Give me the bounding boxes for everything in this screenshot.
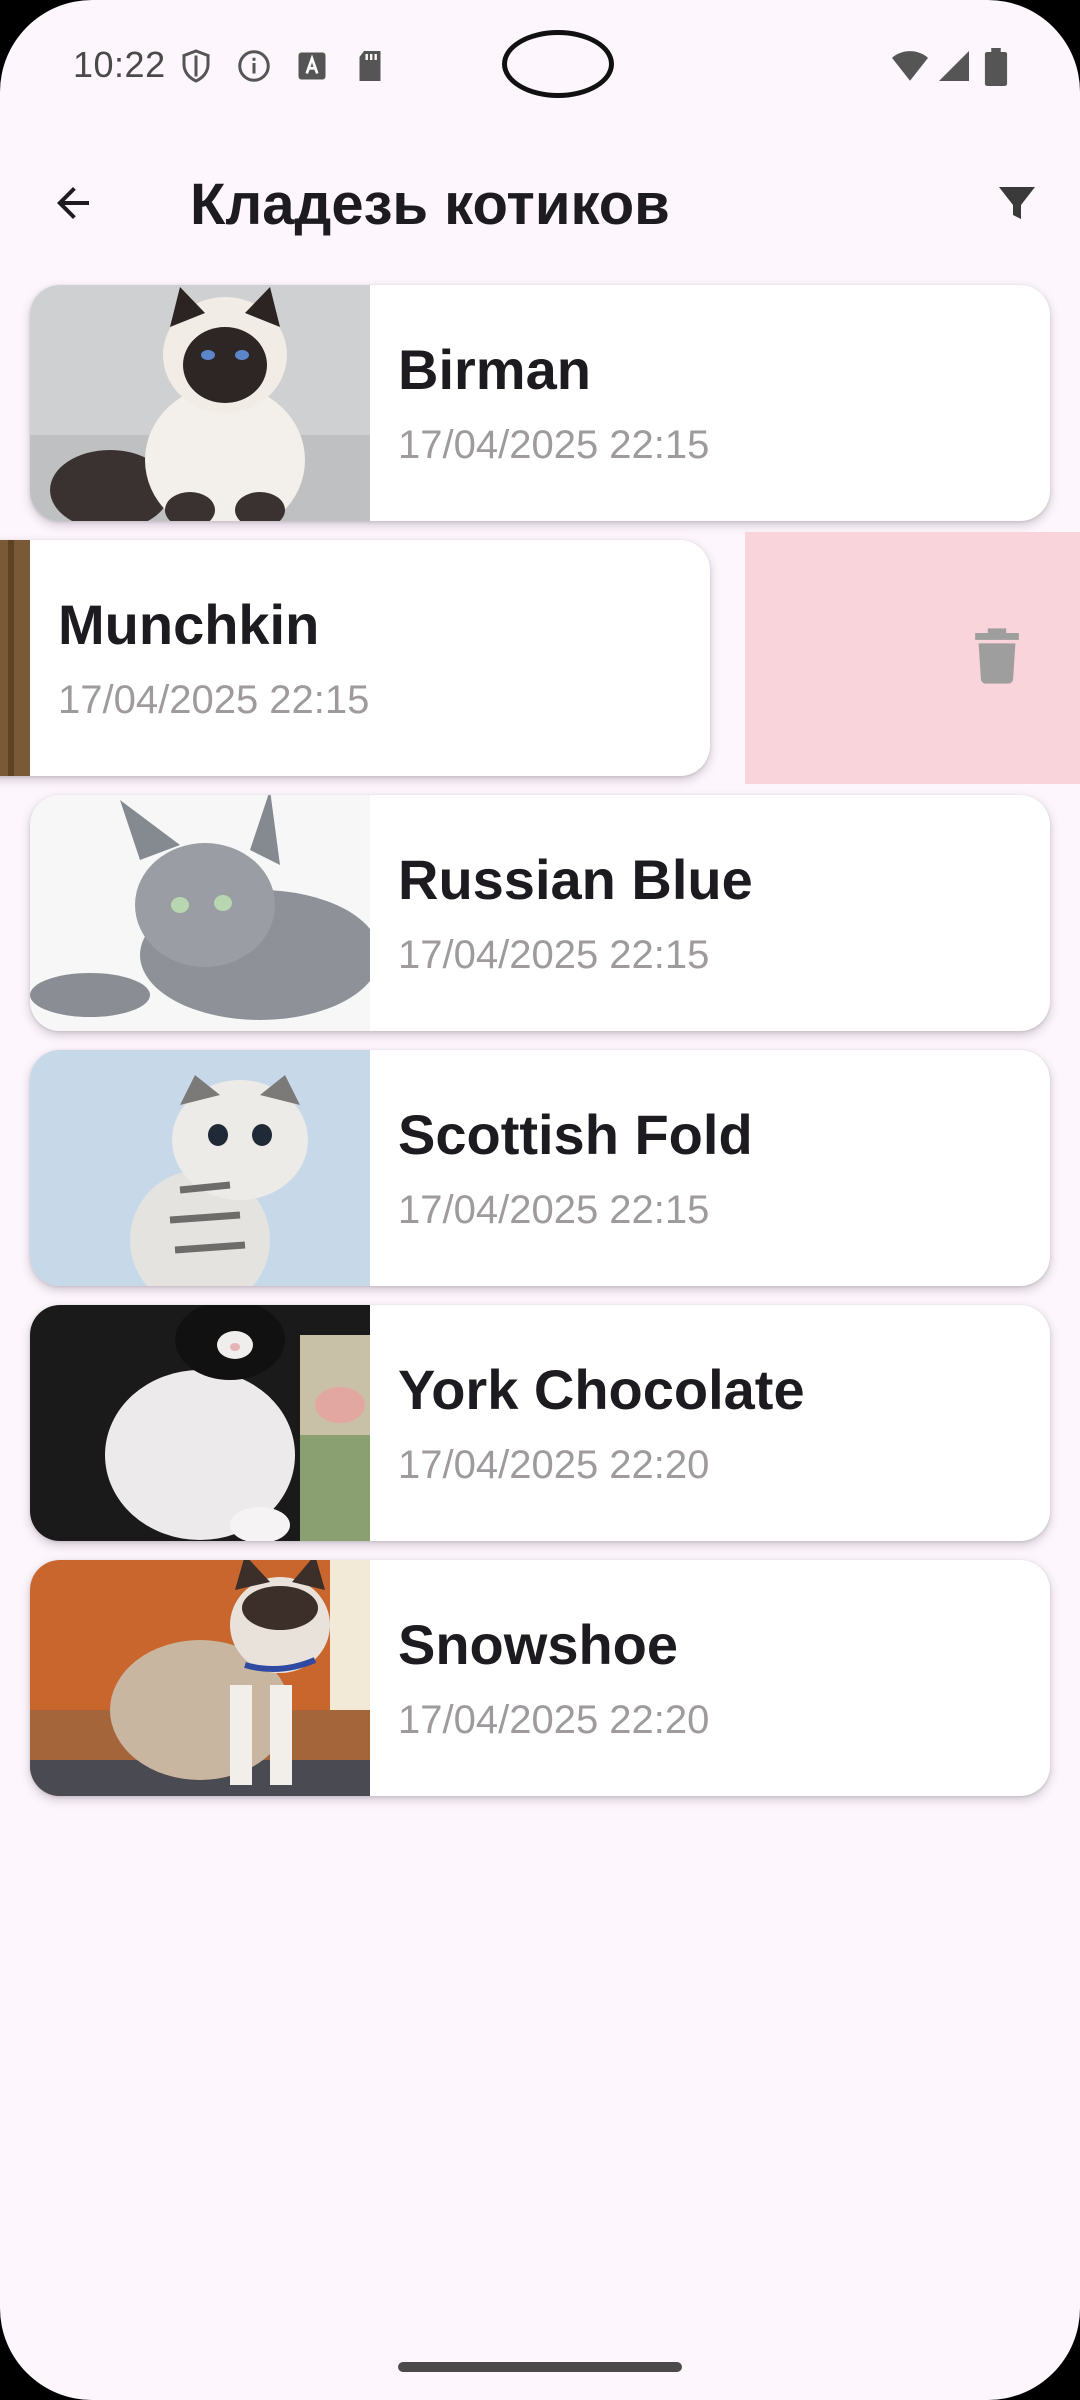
- cat-date: 17/04/2025 22:15: [398, 933, 710, 977]
- gesture-navigation-bar[interactable]: [398, 2362, 682, 2372]
- info-icon: [236, 48, 272, 84]
- filter-button[interactable]: [984, 172, 1050, 238]
- list-item: Birman 17/04/2025 22:15: [0, 285, 1080, 525]
- cat-name: Scottish Fold: [398, 1103, 753, 1166]
- filter-icon: [993, 179, 1041, 232]
- phone-frame: 10:22 Кладезь котиков Birman 17/04/2025 …: [0, 0, 1080, 2400]
- list-item: Russian Blue 17/04/2025 22:15: [0, 795, 1080, 1035]
- cat-photo: [0, 540, 30, 776]
- trash-icon: [974, 627, 1020, 689]
- cat-name: Russian Blue: [398, 848, 753, 911]
- cat-date: 17/04/2025 22:20: [398, 1443, 710, 1487]
- cat-card[interactable]: Birman 17/04/2025 22:15: [30, 285, 1050, 521]
- sd-card-icon: [352, 48, 388, 84]
- shield-icon: [178, 48, 214, 84]
- battery-icon: [984, 48, 1008, 86]
- arrow-back-icon: [49, 179, 97, 232]
- wifi-icon: [890, 48, 930, 84]
- cat-name: York Chocolate: [398, 1358, 805, 1421]
- cat-card[interactable]: Russian Blue 17/04/2025 22:15: [30, 795, 1050, 1031]
- page-title: Кладезь котиков: [190, 172, 670, 237]
- screen: 10:22 Кладезь котиков Birman 17/04/2025 …: [0, 0, 1080, 2400]
- status-bar: 10:22: [0, 0, 1080, 130]
- cat-photo: [30, 795, 370, 1031]
- cat-name: Snowshoe: [398, 1613, 679, 1676]
- list-item: Scottish Fold 17/04/2025 22:15: [0, 1050, 1080, 1290]
- top-app-bar: Кладезь котиков: [0, 150, 1080, 260]
- cat-name: Birman: [398, 338, 591, 401]
- cat-card[interactable]: Scottish Fold 17/04/2025 22:15: [30, 1050, 1050, 1286]
- cat-photo: [30, 1305, 370, 1541]
- cat-date: 17/04/2025 22:15: [58, 678, 370, 722]
- cat-date: 17/04/2025 22:15: [398, 423, 710, 467]
- back-button[interactable]: [40, 172, 106, 238]
- cat-photo: [30, 1560, 370, 1796]
- cat-card[interactable]: York Chocolate 17/04/2025 22:20: [30, 1305, 1050, 1541]
- cat-card[interactable]: Munchkin 17/04/2025 22:15: [0, 540, 710, 776]
- list-item: Snowshoe 17/04/2025 22:20: [0, 1560, 1080, 1800]
- camera-cutout: [502, 30, 614, 98]
- delete-action[interactable]: [745, 532, 1080, 784]
- cat-date: 17/04/2025 22:20: [398, 1698, 710, 1742]
- cat-date: 17/04/2025 22:15: [398, 1188, 710, 1232]
- cat-photo: [30, 1050, 370, 1286]
- list-item: Munchkin 17/04/2025 22:15: [0, 532, 1080, 784]
- cat-photo: [30, 285, 370, 521]
- signal-icon: [936, 48, 972, 84]
- cat-name: Munchkin: [58, 593, 320, 656]
- cat-card[interactable]: Snowshoe 17/04/2025 22:20: [30, 1560, 1050, 1796]
- status-time: 10:22: [73, 44, 166, 85]
- list-item: York Chocolate 17/04/2025 22:20: [0, 1305, 1080, 1545]
- text-a-icon: [294, 48, 330, 84]
